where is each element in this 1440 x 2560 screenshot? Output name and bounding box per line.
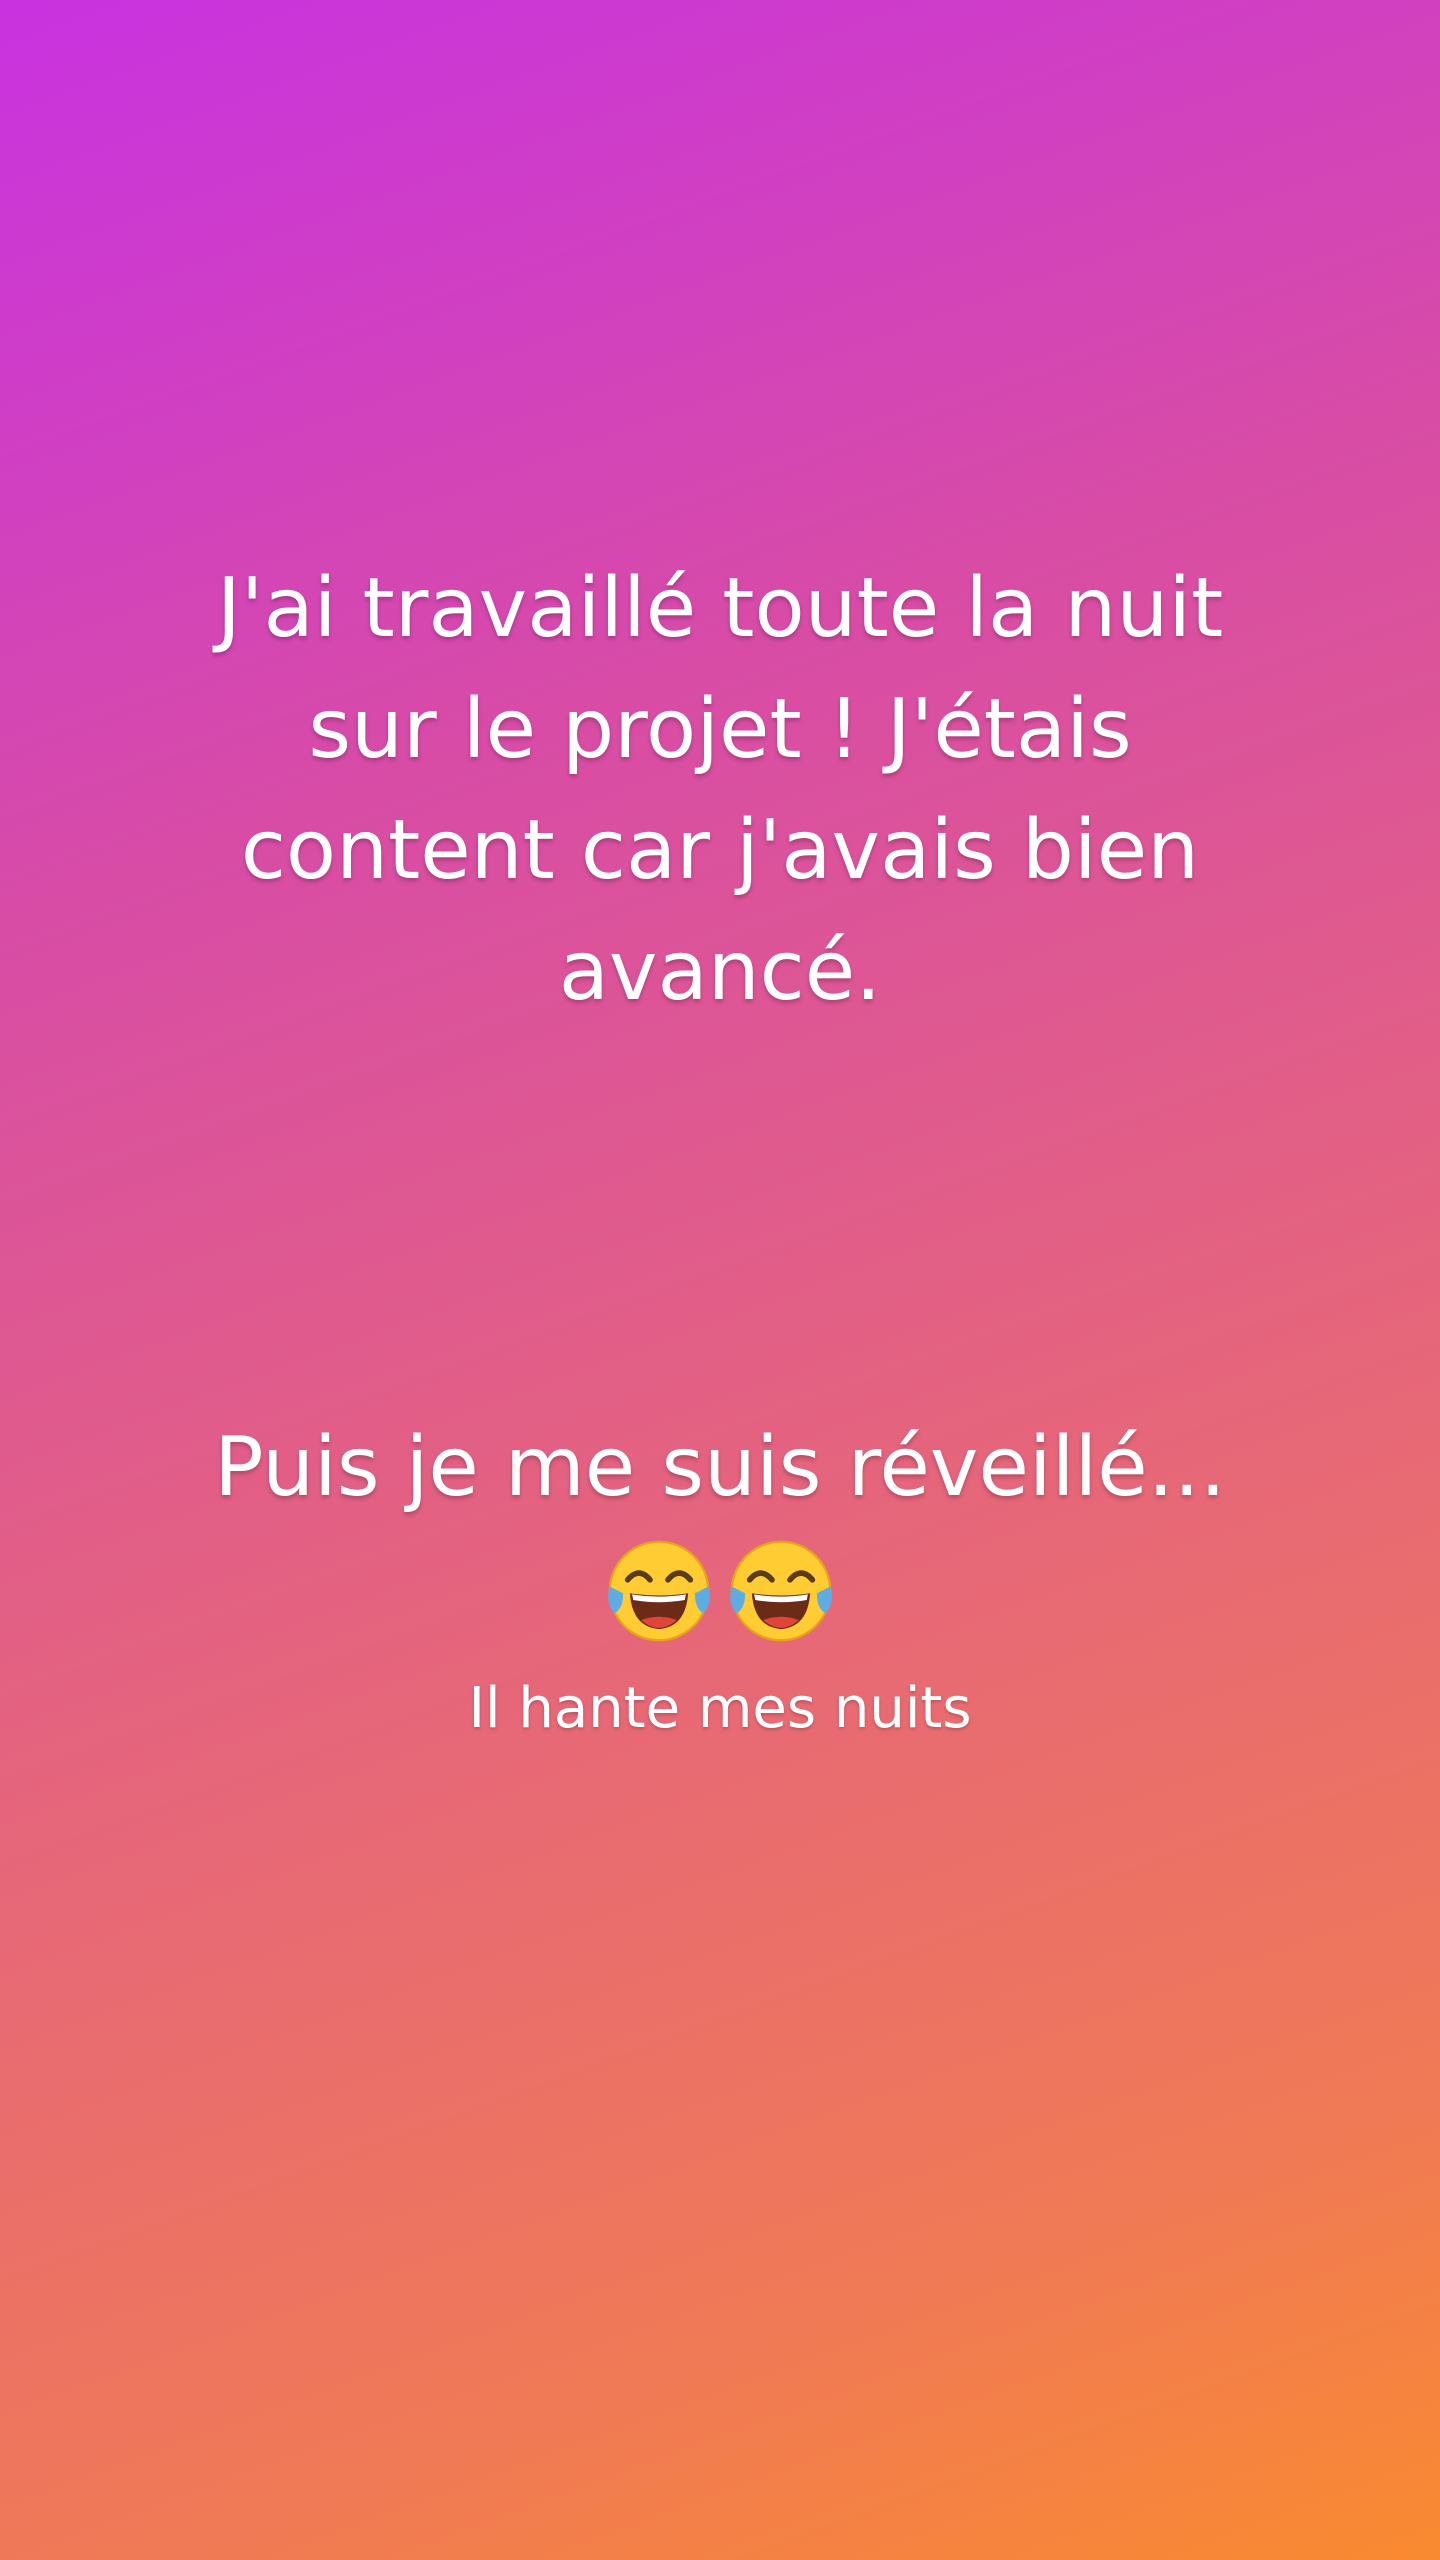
story-main-text: J'ai travaillé toute la nuit sur le proj… <box>0 548 1440 1032</box>
emoji-row <box>0 1535 1440 1647</box>
story-second-line: Puis je me suis réveillé... <box>214 1420 1226 1515</box>
story-line: content car j'avais bien <box>240 803 1200 898</box>
story-canvas: J'ai travaillé toute la nuit sur le proj… <box>0 0 1440 2560</box>
story-line: avancé. <box>558 924 882 1019</box>
story-line: J'ai travaillé toute la nuit <box>216 561 1224 656</box>
story-caption: Il hante mes nuits <box>468 1676 972 1741</box>
face-with-tears-of-joy-icon <box>608 1540 710 1642</box>
face-with-tears-of-joy-icon <box>730 1540 832 1642</box>
story-line: sur le projet ! J'étais <box>308 682 1132 777</box>
